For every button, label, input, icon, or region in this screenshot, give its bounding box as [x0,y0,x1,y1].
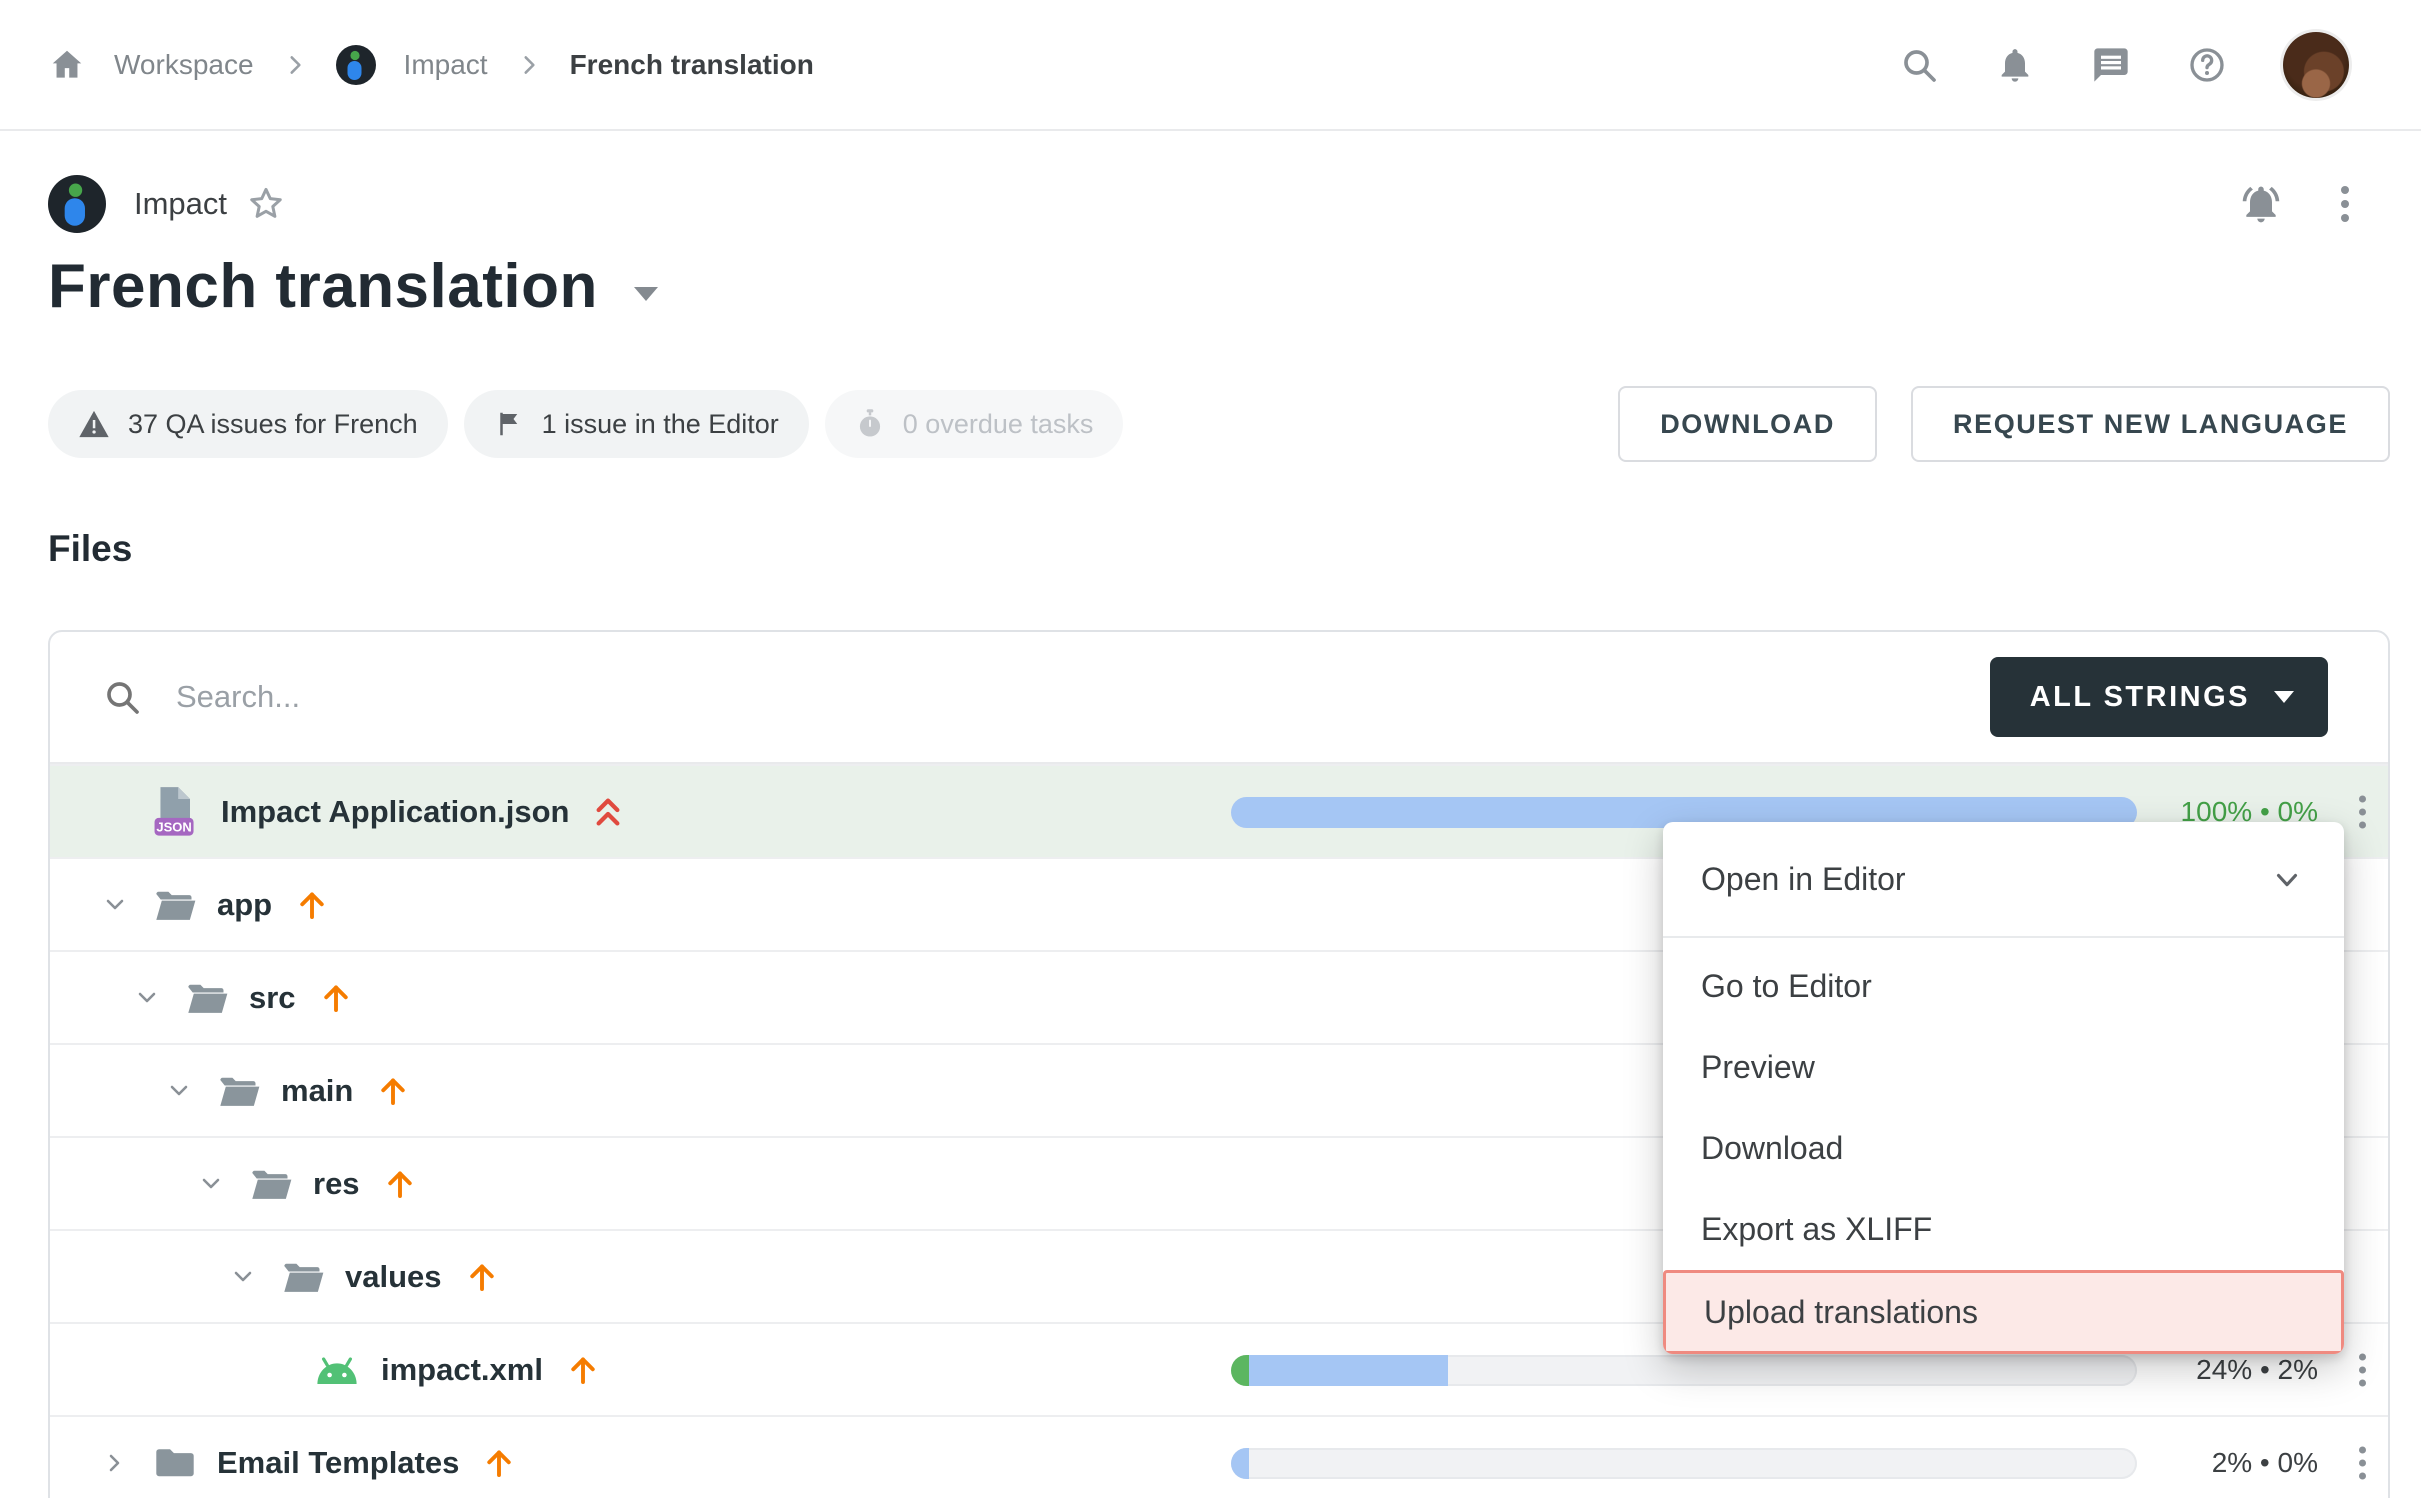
upload-arrow-icon[interactable] [294,887,330,923]
chevron-down-icon[interactable] [228,1262,258,1292]
topbar-actions [1899,32,2349,98]
folder-open-icon [153,887,197,923]
chevron-down-icon[interactable] [164,1076,194,1106]
search-icon [102,677,142,717]
project-actions: DOWNLOAD REQUEST NEW LANGUAGE [1618,386,2390,462]
project-header: Impact French translation [0,131,2421,322]
stopwatch-icon [855,408,885,440]
filter-label: ALL STRINGS [2030,681,2250,714]
language-dropdown-caret-icon[interactable] [634,287,658,301]
chevron-down-icon[interactable] [196,1169,226,1199]
strings-filter-button[interactable]: ALL STRINGS [1990,657,2328,737]
folder-open-icon [249,1166,293,1202]
qa-issues-chip[interactable]: 37 QA issues for French [48,390,448,458]
menu-item-label: Open in Editor [1701,861,1906,898]
menu-item-label: Download [1701,1130,1843,1167]
menu-item-label: Go to Editor [1701,968,1872,1005]
chevron-down-icon [2270,862,2304,896]
chevron-down-icon [2274,691,2294,703]
upload-arrow-icon[interactable] [375,1073,411,1109]
breadcrumb: Workspace Impact French translation [48,45,814,85]
chevron-down-icon[interactable] [132,983,162,1013]
impact-project-logo [48,175,106,233]
chip-label: 0 overdue tasks [903,409,1094,440]
svg-text:JSON: JSON [156,819,191,834]
menu-item-export-as-xliff[interactable]: Export as XLIFF [1663,1189,2344,1270]
file-name: Impact Application.json [221,794,570,830]
breadcrumb-project[interactable]: Impact [404,49,488,81]
menu-item-label: Preview [1701,1049,1815,1086]
folder-name: res [313,1166,360,1202]
menu-item-go-to-editor[interactable]: Go to Editor [1663,946,2344,1027]
folder-name: values [345,1259,442,1295]
row-kebab-menu-icon[interactable] [2359,1353,2366,1386]
page-title: French translation [48,251,598,322]
flag-icon [494,409,524,439]
upload-arrow-icon[interactable] [565,1352,601,1388]
search-icon[interactable] [1899,45,1939,85]
progress-bar [1231,1355,2137,1386]
menu-item-upload-translations[interactable]: Upload translations [1663,1270,2344,1354]
folder-open-icon [185,980,229,1016]
folder-row-email-templates[interactable]: Email Templates 2% • 0% [50,1415,2388,1498]
files-heading: Files [48,528,2421,570]
upload-arrow-icon[interactable] [382,1166,418,1202]
breadcrumb-workspace[interactable]: Workspace [114,49,254,81]
files-search-input[interactable] [176,679,1990,715]
folder-open-icon [281,1259,325,1295]
project-kebab-menu-icon[interactable] [2341,186,2349,222]
home-icon[interactable] [48,46,86,84]
android-file-icon [313,1352,361,1388]
priority-double-chevron-up-icon [592,794,624,830]
row-kebab-menu-icon[interactable] [2359,1446,2366,1479]
folder-name: app [217,887,272,923]
chip-label: 1 issue in the Editor [542,409,779,440]
row-kebab-menu-icon[interactable] [2359,795,2366,828]
upload-arrow-icon[interactable] [318,980,354,1016]
upload-arrow-icon[interactable] [464,1259,500,1295]
menu-item-preview[interactable]: Preview [1663,1027,2344,1108]
impact-project-logo [336,45,376,85]
chip-label: 37 QA issues for French [128,409,418,440]
status-chips-row: 37 QA issues for French 1 issue in the E… [0,322,2421,462]
star-favorite-icon[interactable] [247,185,285,223]
chevron-right-icon [516,52,542,78]
chat-icon[interactable] [2091,45,2131,85]
menu-item-open-in-editor[interactable]: Open in Editor [1663,822,2344,936]
warning-triangle-icon [78,409,110,439]
folder-name: src [249,980,296,1016]
menu-item-download[interactable]: Download [1663,1108,2344,1189]
file-name: impact.xml [381,1352,543,1388]
editor-issues-chip[interactable]: 1 issue in the Editor [464,390,809,458]
file-context-menu: Open in Editor Go to Editor Preview Down… [1663,822,2344,1354]
folder-closed-icon [153,1444,197,1482]
overdue-tasks-chip[interactable]: 0 overdue tasks [825,390,1124,458]
folder-name: main [281,1073,353,1109]
chevron-right-icon [282,52,308,78]
user-avatar[interactable] [2283,32,2349,98]
help-icon[interactable] [2187,45,2227,85]
progress-label: 2% • 0% [2212,1417,2318,1498]
folder-name: Email Templates [217,1445,459,1481]
chevron-right-icon[interactable] [100,1448,130,1478]
json-file-icon: JSON [153,786,201,838]
download-button[interactable]: DOWNLOAD [1618,386,1877,462]
chevron-down-icon[interactable] [100,890,130,920]
page: Workspace Impact French translation [0,0,2421,1498]
menu-item-label: Export as XLIFF [1701,1211,1932,1248]
breadcrumb-current: French translation [570,49,814,81]
notifications-icon[interactable] [1995,45,2035,85]
top-navbar: Workspace Impact French translation [0,0,2421,131]
project-name: Impact [134,186,227,222]
files-toolbar: ALL STRINGS [50,632,2388,764]
progress-bar [1231,1448,2137,1479]
upload-arrow-icon[interactable] [481,1445,517,1481]
folder-open-icon [217,1073,261,1109]
notifications-active-icon[interactable] [2239,182,2283,226]
request-new-language-button[interactable]: REQUEST NEW LANGUAGE [1911,386,2390,462]
menu-item-label: Upload translations [1704,1294,1978,1331]
